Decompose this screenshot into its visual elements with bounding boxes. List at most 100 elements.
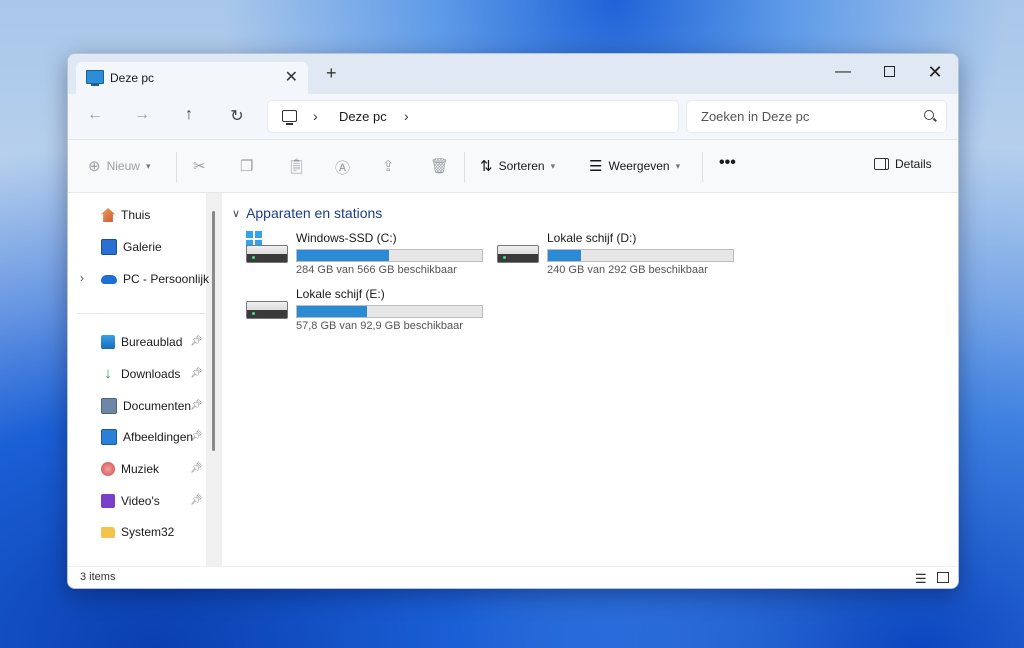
drive-usage-bar (296, 249, 483, 262)
drive-item-e[interactable]: Lokale schijf (E:) 57,8 GB van 92,9 GB b… (246, 287, 496, 337)
address-bar-row: ← → ↑ ↻ › Deze pc › Zoeken in Deze pc (68, 94, 958, 140)
drive-usage-fill (548, 250, 581, 261)
chevron-down-icon: ▾ (550, 160, 556, 171)
item-count: 3 items (80, 571, 116, 583)
address-bar[interactable]: › Deze pc › (267, 100, 679, 133)
more-options-button[interactable]: ••• (719, 154, 736, 172)
new-button[interactable]: ⊕ Nieuw ▾ (88, 157, 150, 175)
search-placeholder: Zoeken in Deze pc (701, 109, 810, 124)
sort-label: Sorteren (498, 159, 545, 173)
tiles-view-icon[interactable] (937, 572, 949, 583)
sidebar-item-afbeeldingen[interactable]: Afbeeldingen (101, 426, 193, 448)
content-pane: ∨ Apparaten en stations Windows-SSD (C:)… (222, 193, 958, 566)
sidebar-item-videos[interactable]: Video's (101, 490, 160, 512)
sidebar-divider (78, 313, 206, 314)
drive-usage-bar (547, 249, 734, 262)
sidebar-item-label: PC - Persoonlijk (123, 272, 210, 286)
sidebar-item-muziek[interactable]: Muziek (101, 458, 159, 480)
rename-button[interactable]: Ⓐ (335, 157, 350, 178)
sidebar-item-label: Muziek (121, 462, 160, 476)
video-icon (101, 494, 115, 508)
group-header[interactable]: ∨ Apparaten en stations (232, 205, 382, 221)
maximize-icon (883, 66, 895, 78)
document-icon (101, 398, 117, 414)
sidebar-item-label: Downloads (121, 367, 181, 381)
sidebar-item-label: System32 (121, 525, 175, 539)
sidebar-item-label: Afbeeldingen (123, 430, 194, 444)
sidebar-scrollbar[interactable] (212, 211, 215, 451)
tab-close-button[interactable]: ✕ (285, 67, 298, 87)
copy-button[interactable]: ❐ (240, 157, 253, 175)
rename-icon: Ⓐ (335, 160, 351, 177)
cut-button[interactable]: ✂ (193, 157, 206, 175)
title-bar: Deze pc ✕ + — ✕ (68, 54, 958, 94)
details-view-icon[interactable]: ☰ (915, 571, 927, 587)
drive-usage-fill (297, 250, 390, 261)
sidebar-item-label: Galerie (123, 240, 162, 254)
maximize-button[interactable] (866, 58, 912, 88)
view-list-icon: ☰ (589, 158, 603, 175)
pictures-icon (101, 429, 117, 445)
search-icon (924, 110, 934, 120)
sidebar-item-galerie[interactable]: Galerie (101, 236, 162, 258)
monitor-icon (282, 110, 297, 125)
refresh-button[interactable]: ↻ (226, 106, 248, 126)
view-button[interactable]: ☰ Weergeven ▾ (589, 157, 680, 175)
gallery-icon (101, 239, 117, 255)
drive-item-d[interactable]: Lokale schijf (D:) 240 GB van 292 GB bes… (497, 231, 747, 281)
chevron-right-icon[interactable]: › (404, 108, 409, 124)
sidebar-item-label: Thuis (121, 208, 151, 222)
file-explorer-window: Deze pc ✕ + — ✕ ← → ↑ ↻ › Deze pc › Zoek… (67, 53, 959, 589)
toolbar-divider (464, 152, 465, 182)
delete-button[interactable]: 🗑︎ (430, 157, 449, 175)
paste-button[interactable]: 📋︎ (287, 157, 306, 175)
sidebar-item-label: Video's (121, 494, 160, 508)
pin-icon: 📌︎ (190, 463, 203, 474)
drive-free-space: 57,8 GB van 92,9 GB beschikbaar (296, 320, 463, 332)
view-label: Weergeven (608, 159, 670, 173)
minimize-button[interactable]: — (820, 58, 866, 88)
music-icon (101, 462, 115, 476)
toolbar-divider (176, 152, 177, 182)
chevron-down-icon: ∨ (232, 207, 241, 220)
pin-icon: 📌︎ (190, 431, 203, 442)
navigation-pane: Thuis Galerie › PC - Persoonlijk Bureaub… (68, 193, 222, 566)
trash-icon: 🗑︎ (430, 158, 450, 175)
new-tab-button[interactable]: + (326, 63, 337, 84)
command-bar: ⊕ Nieuw ▾ ✂ ❐ 📋︎ Ⓐ ⇪ 🗑︎ ⇅ Sorteren ▾ ☰ W… (68, 140, 958, 193)
drive-item-c[interactable]: Windows-SSD (C:) 284 GB van 566 GB besch… (246, 231, 496, 281)
hard-drive-icon (246, 245, 288, 263)
sidebar-item-documenten[interactable]: Documenten (101, 395, 191, 417)
sidebar-item-label: Documenten (123, 399, 192, 413)
sidebar-item-thuis[interactable]: Thuis (101, 204, 150, 226)
download-icon: ↓ (104, 365, 112, 382)
chevron-right-icon[interactable]: › (313, 108, 318, 124)
scissors-icon: ✂ (193, 158, 206, 175)
back-button[interactable]: ← (84, 106, 106, 124)
up-button[interactable]: ↑ (178, 106, 200, 124)
chevron-right-icon[interactable]: › (80, 271, 84, 285)
sort-button[interactable]: ⇅ Sorteren ▾ (480, 157, 555, 175)
sidebar-item-bureaublad[interactable]: Bureaublad (101, 331, 182, 353)
drive-name: Windows-SSD (C:) (296, 231, 397, 245)
home-icon (101, 208, 115, 222)
forward-button[interactable]: → (131, 106, 153, 124)
sidebar-item-downloads[interactable]: ↓ Downloads (101, 363, 180, 385)
share-button[interactable]: ⇪ (382, 157, 395, 175)
hard-drive-icon (497, 245, 539, 263)
details-button[interactable]: Details (874, 157, 932, 171)
details-pane-icon (874, 158, 889, 170)
sidebar-item-system32[interactable]: System32 (101, 521, 174, 543)
details-label: Details (895, 157, 932, 171)
breadcrumb-deze-pc[interactable]: Deze pc (339, 109, 387, 124)
folder-icon (101, 526, 115, 538)
share-icon: ⇪ (382, 158, 395, 175)
tab-deze-pc[interactable]: Deze pc ✕ (76, 62, 308, 94)
desktop-icon (101, 335, 115, 349)
pin-icon: 📌︎ (190, 368, 203, 379)
cloud-icon (101, 274, 117, 284)
search-input[interactable]: Zoeken in Deze pc (686, 100, 947, 133)
close-button[interactable]: ✕ (912, 58, 958, 88)
sidebar-item-onedrive[interactable]: PC - Persoonlijk (101, 268, 209, 290)
drive-usage-fill (297, 306, 367, 317)
